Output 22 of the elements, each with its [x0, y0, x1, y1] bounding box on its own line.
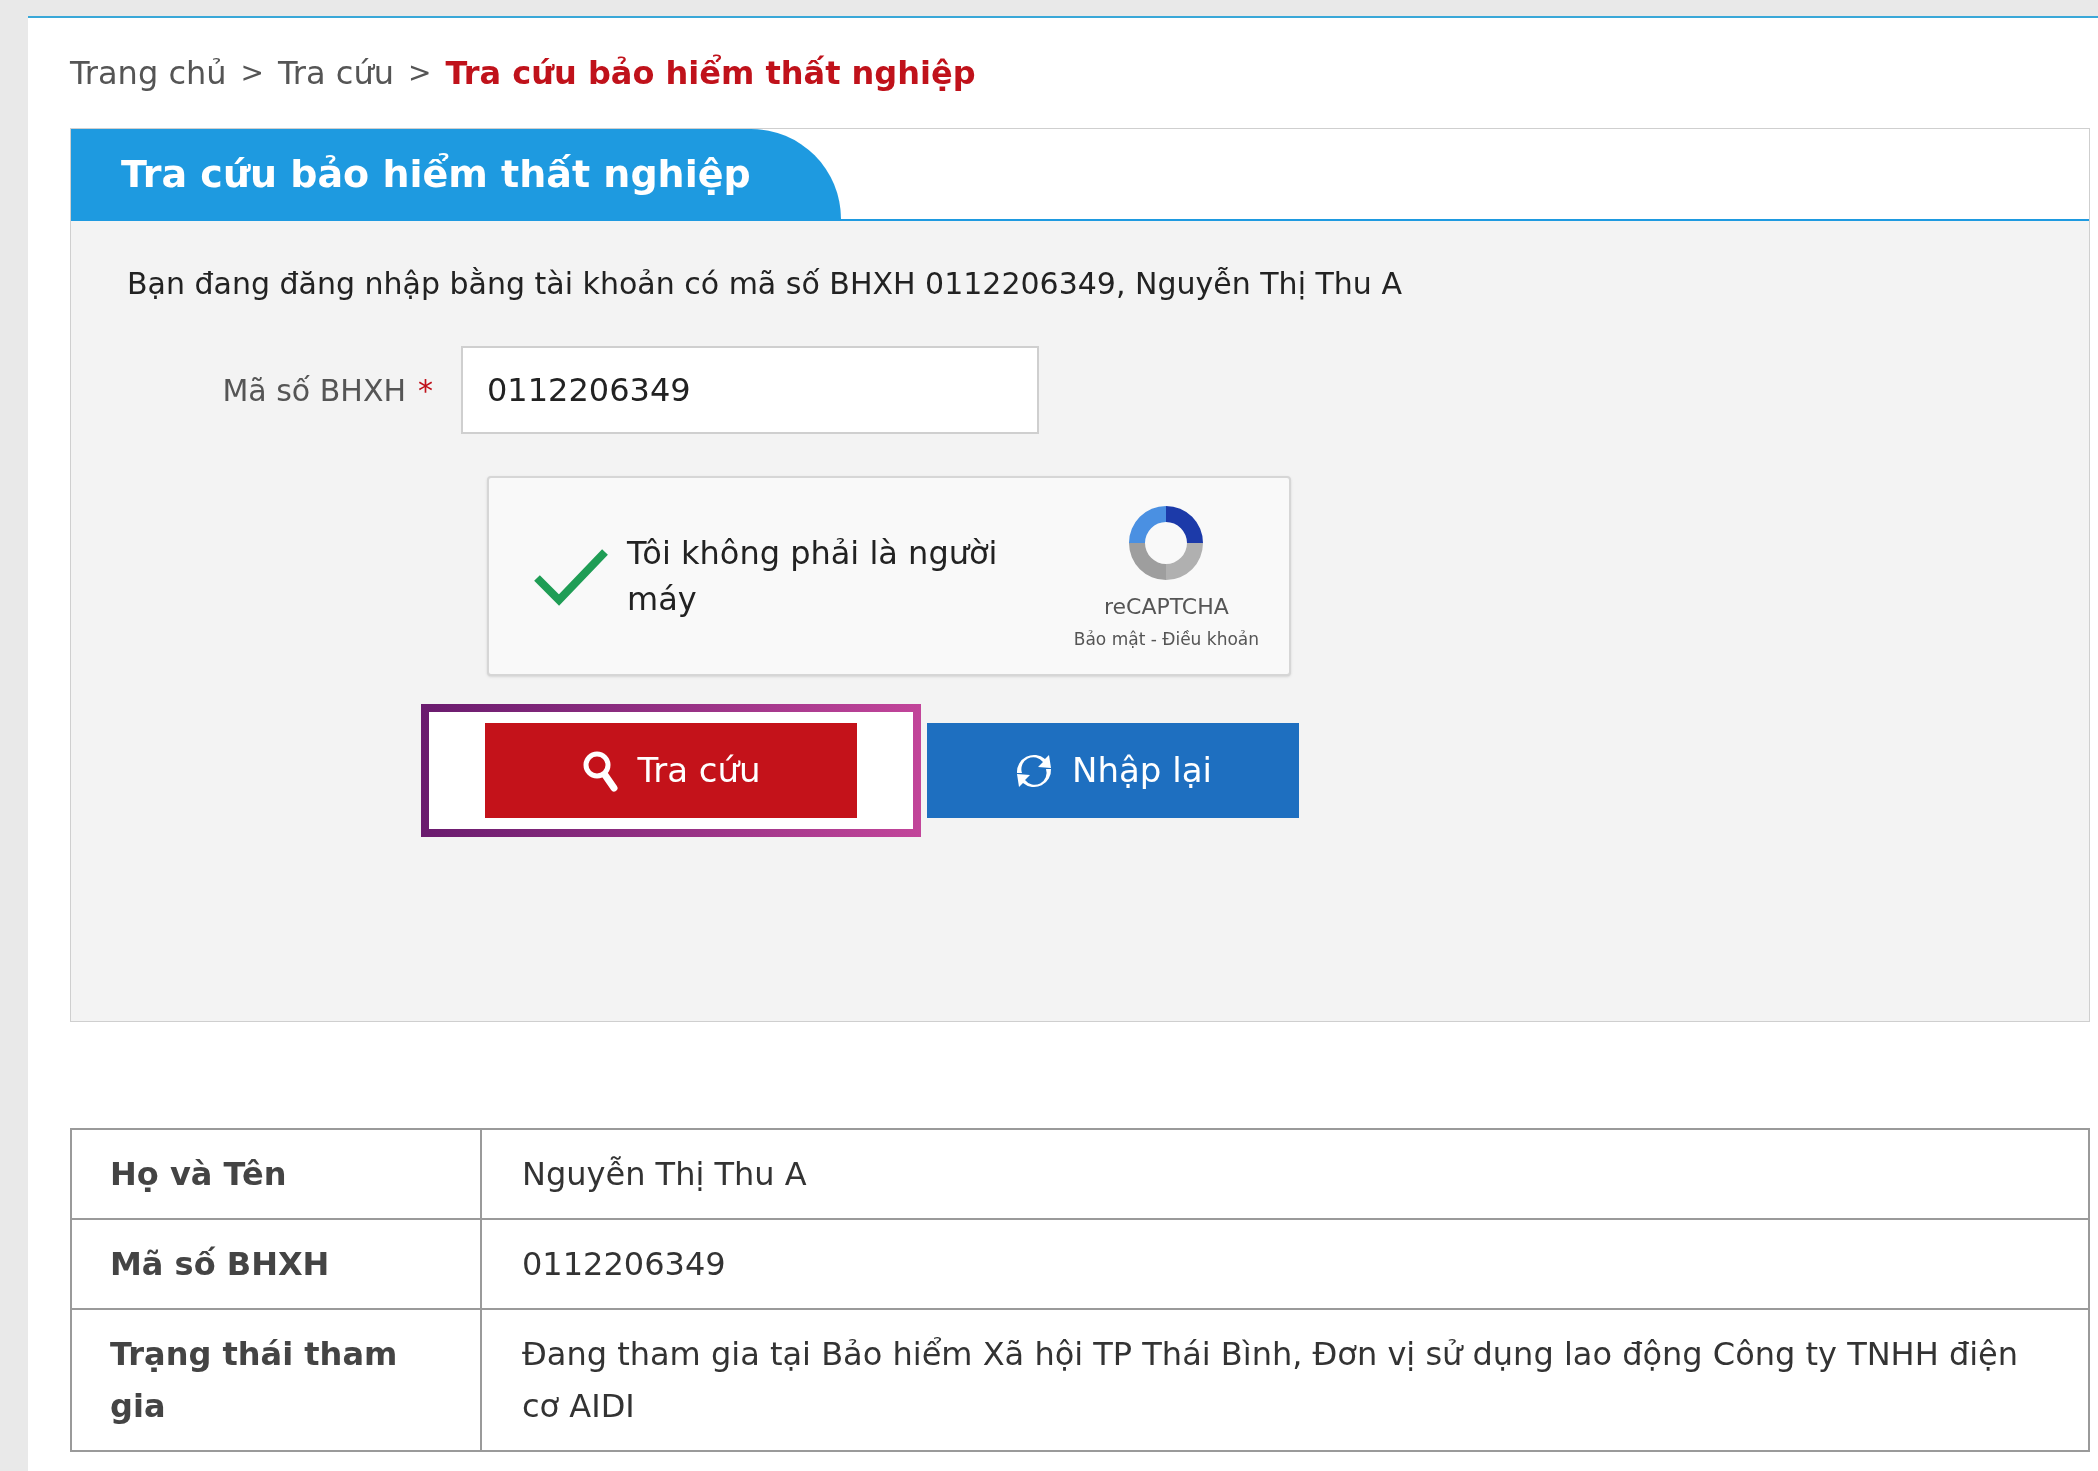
table-cell-text: Nguyễn Thị Thu A [522, 1154, 807, 1195]
recaptcha-brand: reCAPTCHA [1103, 592, 1229, 621]
breadcrumb-separator: > [240, 55, 264, 91]
table-header-cell-text: Họ và Tên [110, 1154, 287, 1195]
table-header-cell-text: Mã số BHXH [110, 1244, 330, 1285]
breadcrumb-link[interactable]: Tra cứu bảo hiểm thất nghiệp [445, 49, 976, 97]
field-label: Mã số BHXH [222, 371, 406, 410]
bhxh-input-field[interactable]: 0112206349 [461, 346, 1039, 434]
table-cell-text: 0112206349 [522, 1244, 726, 1285]
reset-button[interactable]: Nhập lại [927, 723, 1299, 818]
login-notice: Bạn đang đăng nhập bằng tài khoản có mã số BHXH 0112206349, Nguyễn Thị Thu A [127, 265, 1403, 303]
breadcrumb-separator: > [407, 55, 432, 91]
breadcrumb-link[interactable]: Tra cứu [278, 49, 394, 97]
table-header-cell-text: Trạng thái tham gia [110, 1334, 399, 1427]
captcha-box[interactable]: Tôi không phải là người máy reCAPTCHA Bảo mật - Điều khoản [487, 476, 1291, 676]
captcha-label: Tôi không phải là người máy [627, 533, 999, 620]
required-mark: * [418, 371, 433, 410]
table-cell-text: Đang tham gia tại Bảo hiểm Xã hội TP Thái Bình, Đơn vị sử dụng lao động Công ty TNHH điện cơ AIDI [522, 1334, 2020, 1427]
search-button[interactable]: Tra cứu [485, 723, 857, 818]
privacy-terms-link[interactable]: Bảo mật - Điều khoản [1073, 626, 1259, 653]
breadcrumb-link[interactable]: Trang chủ [70, 49, 227, 97]
panel-title: Tra cứu bảo hiểm thất nghiệp [71, 129, 841, 219]
